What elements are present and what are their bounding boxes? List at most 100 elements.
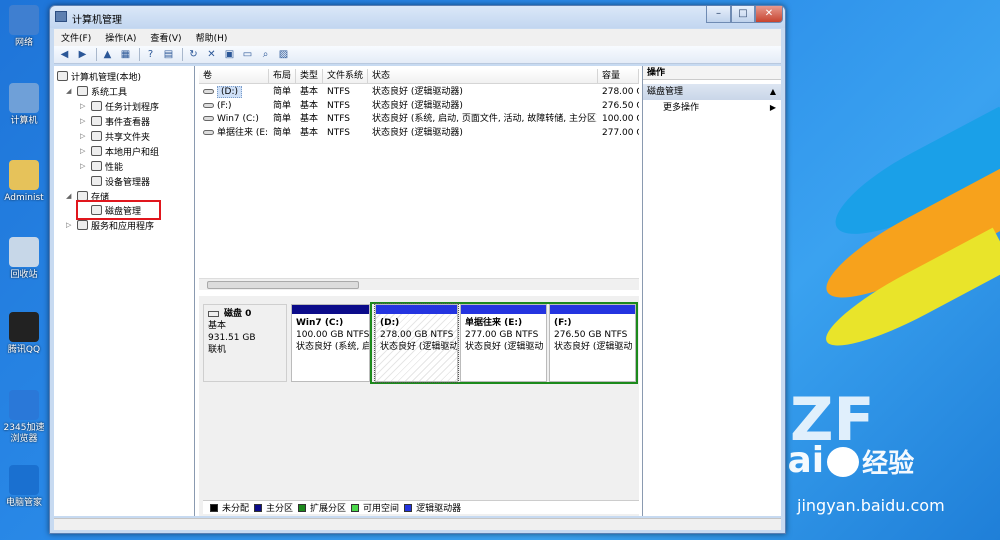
legend-swatch [404, 503, 413, 512]
maximize-button[interactable]: □ [731, 6, 755, 23]
open-icon[interactable]: ▭ [240, 48, 255, 62]
partition-block[interactable]: (D:) 278.00 GB NTFS 状态良好 (逻辑驱动 [374, 303, 459, 383]
tree-root[interactable]: 计算机管理(本地) [57, 69, 141, 83]
menu-file[interactable]: 文件(F) [54, 31, 98, 44]
partition-size: 100.00 GB NTFS [296, 330, 369, 340]
cell-type: 基本 [300, 127, 319, 138]
partition-block[interactable]: (F:) 276.50 GB NTFS 状态良好 (逻辑驱动 [549, 304, 636, 382]
expand-arrow-icon[interactable]: ▷ [80, 162, 88, 170]
desktop-wallpaper-graphic: ZF Bai经验 jingyan.baidu.com [785, 0, 1000, 540]
forward-icon[interactable]: ▶ [75, 48, 90, 62]
tree-item[interactable]: 设备管理器 [80, 174, 150, 188]
tree-item[interactable]: ▷ 性能 [80, 159, 123, 173]
col-status[interactable]: 状态 [368, 69, 598, 84]
refresh-icon[interactable]: ↻ [186, 48, 201, 62]
partition-type-bar [461, 305, 546, 314]
close-button[interactable]: ✕ [755, 6, 783, 23]
partition-block[interactable]: Win7 (C:) 100.00 GB NTFS 状态良好 (系统, 启 [291, 304, 370, 382]
partition-status: 状态良好 (系统, 启 [296, 342, 369, 352]
tree-item[interactable]: ▷ 本地用户和组 [80, 144, 159, 158]
col-filesystem[interactable]: 文件系统 [323, 69, 368, 84]
desktop-icon[interactable]: 计算机 [0, 83, 48, 127]
legend-swatch [210, 503, 218, 512]
desktop-icon[interactable]: 回收站 [0, 237, 48, 281]
expand-arrow-icon[interactable]: ▷ [80, 102, 88, 110]
desktop-icon[interactable]: 2345加速浏览器 [0, 390, 48, 445]
scrollbar-thumb[interactable] [207, 281, 359, 289]
cell-layout: 简单 [273, 87, 292, 97]
up-folder-icon[interactable]: ▲ [100, 48, 115, 62]
actions-section-disk-management[interactable]: 磁盘管理 ▲ [643, 84, 781, 100]
baidu-url: jingyan.baidu.com [797, 496, 945, 515]
disk-size: 931.51 GB [208, 333, 256, 343]
menu-view[interactable]: 查看(V) [143, 31, 188, 44]
help-icon[interactable]: ? [143, 48, 158, 62]
col-volume[interactable]: 卷 [199, 69, 269, 84]
menu-help[interactable]: 帮助(H) [189, 31, 235, 44]
col-type[interactable]: 类型 [296, 69, 323, 84]
table-row[interactable]: (D:) 简单基本 NTFS 状态良好 (逻辑驱动器) 278.00 G [199, 86, 639, 99]
collapse-icon[interactable]: ▲ [770, 84, 776, 100]
cell-vol: Win7 (C:) [203, 113, 267, 126]
search-icon[interactable]: ⌕ [258, 48, 273, 62]
cell-cap: 100.00 G [602, 114, 639, 124]
tree-item[interactable]: ▷ 共享文件夹 [80, 129, 150, 143]
properties-icon[interactable]: ▣ [222, 48, 237, 62]
delete-icon[interactable]: ✕ [204, 48, 219, 62]
content-pane: 卷 布局 类型 文件系统 状态 容量 (D:) 简单 基本 NTFS 状态良好 (逻辑驱… [199, 66, 639, 516]
tree-item[interactable]: ▷ 任务计划程序 [80, 99, 159, 113]
settings-icon[interactable]: ▨ [276, 48, 291, 62]
tree-item[interactable]: ▷ 服务和应用程序 [66, 218, 154, 232]
expand-arrow-icon[interactable]: ▷ [66, 221, 74, 229]
tree-item[interactable]: ▷ 事件查看器 [80, 114, 150, 128]
col-layout[interactable]: 布局 [269, 69, 296, 84]
desktop-icon-label: 回收站 [10, 270, 38, 280]
actions-pane: 操作 磁盘管理 ▲ 更多操作 ▶ [642, 66, 781, 516]
partition-type-bar [376, 305, 457, 314]
expand-arrow-icon[interactable]: ▷ [80, 132, 88, 140]
volume-icon [203, 129, 214, 135]
cell-fs: NTFS [327, 114, 350, 124]
tree-root-label: 计算机管理(本地) [71, 72, 142, 83]
baidu-logo: Bai经验 [785, 440, 915, 481]
disk-state: 联机 [208, 345, 227, 355]
col-capacity[interactable]: 容量 [598, 69, 639, 84]
show-hide-tree-icon[interactable]: ▦ [118, 48, 133, 62]
cell-cap: 277.00 G [602, 127, 639, 138]
partition-block[interactable]: 单据往来 (E:) 277.00 GB NTFS 状态良好 (逻辑驱动 [460, 304, 547, 382]
desktop-icon[interactable]: 网络 [0, 5, 48, 49]
expand-arrow-icon[interactable]: ▷ [80, 147, 88, 155]
show-hide-action-icon[interactable]: ▤ [161, 48, 176, 62]
more-actions[interactable]: 更多操作 ▶ [643, 100, 781, 116]
table-row[interactable]: Win7 (C:) 简单 基本 NTFS 状态良好 (系统, 启动, 页面文件, 活动,… [199, 113, 639, 126]
status-bar [54, 518, 781, 530]
table-row[interactable]: 单据往来 (E:) 简单基本 NTFS 状态良好 (逻辑驱动器) 277.00 G [199, 127, 639, 140]
table-row[interactable]: (F:) 简单基本 NTFS 状态良好 (逻辑驱动器) 276.50 G [199, 100, 639, 113]
title-bar[interactable]: 计算机管理 – □ ✕ [50, 6, 785, 28]
tree-item[interactable]: ◢ 系统工具 [66, 84, 127, 98]
back-icon[interactable]: ◀ [57, 48, 72, 62]
desktop-app-icon [9, 5, 39, 35]
desktop-icon[interactable]: Administ [0, 160, 48, 204]
computer-management-window: 计算机管理 – □ ✕ 文件(F) 操作(A) 查看(V) 帮助(H) ◀ ▶ … [49, 5, 786, 534]
expand-arrow-icon[interactable]: ◢ [66, 192, 74, 200]
tree-item-label: 服务和应用程序 [91, 221, 155, 232]
desktop-icon-label: 网络 [14, 38, 33, 48]
partition-status: 状态良好 (逻辑驱动 [465, 342, 544, 352]
disk-info[interactable]: 磁盘 0 基本 931.51 GB 联机 [203, 304, 287, 382]
legend-label: 未分配 [222, 504, 250, 514]
users-icon [91, 146, 102, 156]
desktop-app-icon [9, 390, 39, 420]
horizontal-scrollbar[interactable] [199, 278, 639, 290]
expand-arrow-icon[interactable]: ▷ [80, 117, 88, 125]
desktop-icon[interactable]: 腾讯QQ [0, 312, 48, 356]
desktop-icon-label: Administ [4, 193, 44, 203]
tree-item-label: 事件查看器 [105, 117, 151, 128]
desktop-icon[interactable]: 电脑管家 [0, 465, 48, 509]
minimize-button[interactable]: – [706, 6, 731, 23]
legend-label: 可用空间 [363, 504, 400, 514]
legend-swatch [351, 503, 360, 512]
menu-action[interactable]: 操作(A) [98, 31, 143, 44]
expand-arrow-icon[interactable]: ◢ [66, 87, 74, 95]
cell-layout: 简单 [273, 127, 292, 138]
